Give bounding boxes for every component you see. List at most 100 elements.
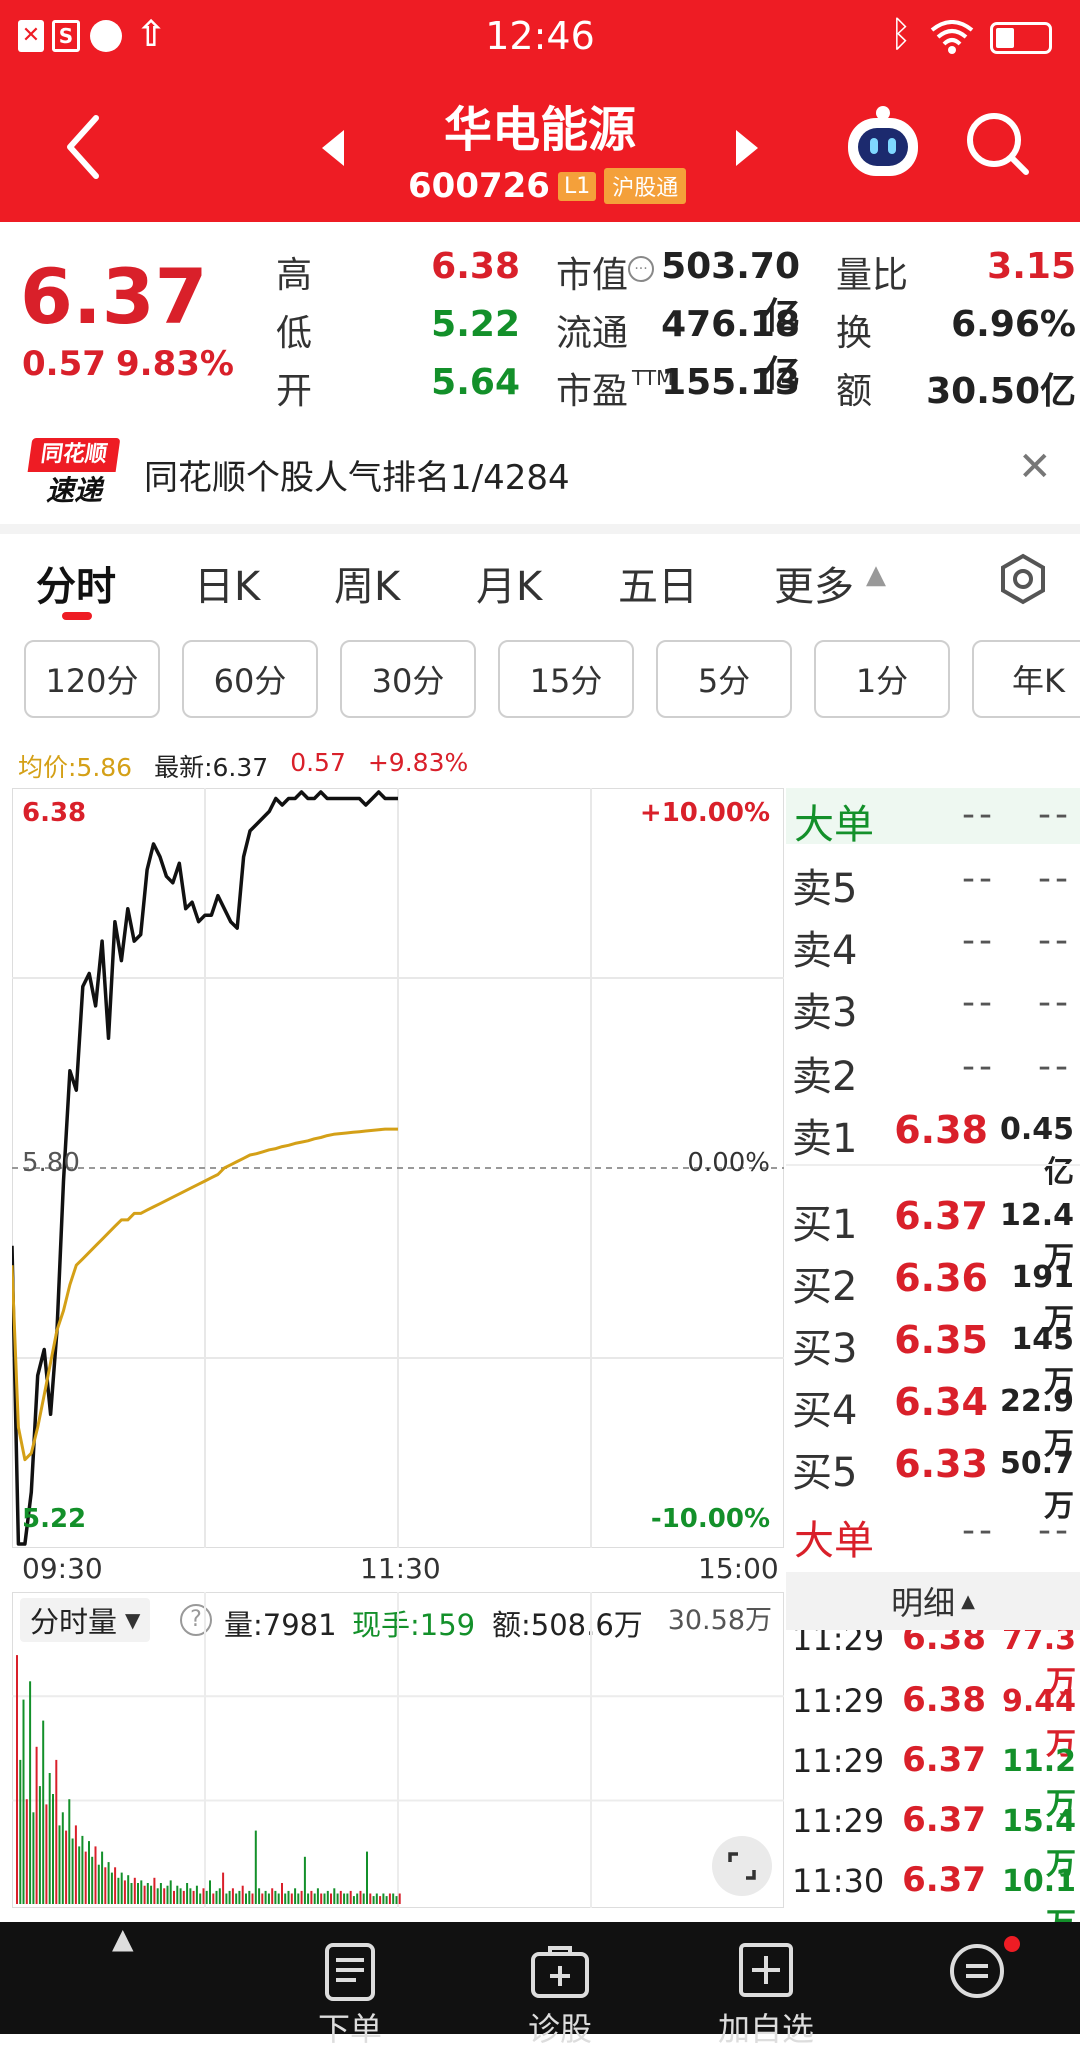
volume-bar — [140, 1880, 143, 1904]
asks-row-4[interactable]: 卖2 -- -- — [786, 1038, 1080, 1100]
volume-bar — [303, 1856, 306, 1904]
tick-price: 6.37 — [902, 1740, 986, 1780]
volume-bar — [231, 1888, 234, 1904]
nav-add-watchlist-label[interactable]: 加自选 — [676, 2004, 856, 2050]
bids-row-4[interactable]: 买4 6.34 22.9万 — [786, 1372, 1080, 1462]
y-label-right-top: +10.00% — [639, 798, 770, 828]
fullscreen-button[interactable] — [712, 1836, 772, 1896]
volume-bar — [42, 1720, 45, 1904]
asks-row-2[interactable]: 卖4 -- -- — [786, 912, 1080, 974]
period-yearly-k[interactable]: 年K — [972, 640, 1080, 718]
settings-hexagon-icon[interactable] — [996, 552, 1050, 606]
volume-bar — [205, 1890, 208, 1904]
period-30min[interactable]: 30分 — [340, 640, 476, 718]
tab-fenshi[interactable]: 分时 — [36, 554, 116, 612]
volume-bar — [356, 1893, 359, 1904]
asks-volume: 0.45亿 — [999, 1112, 1074, 1190]
tab-daily-k[interactable]: 日K — [194, 554, 260, 612]
stock-code-row: 600726 L1 沪股通 — [408, 166, 687, 206]
volume-bar — [215, 1890, 218, 1904]
tick-header[interactable]: 明细 ▲ — [786, 1572, 1080, 1630]
wifi-icon — [930, 20, 974, 54]
volume-bar — [117, 1877, 120, 1904]
order-icon[interactable] — [324, 1942, 376, 2002]
y-label-right-mid: 0.00% — [687, 1148, 770, 1178]
quote-label-0a: 高 — [276, 255, 313, 296]
tab-more[interactable]: 更多 — [774, 554, 854, 612]
tab-monthly-k[interactable]: 月K — [476, 554, 542, 612]
asks-row-1[interactable]: 卖5 -- -- — [786, 850, 1080, 912]
tick-volume: 10.1万 — [1001, 1864, 1076, 1922]
volume-bar — [114, 1867, 117, 1904]
tab-weekly-k[interactable]: 周K — [334, 554, 400, 612]
bids-row-5[interactable]: 买5 6.33 50.7万 — [786, 1434, 1080, 1524]
period-120min[interactable]: 120分 — [24, 640, 160, 718]
tick-price: 6.38 — [902, 1680, 986, 1720]
y-label-mid: 5.80 — [22, 1148, 80, 1178]
tick-time: 11:29 — [792, 1802, 885, 1840]
asks-row-5[interactable]: 卖1 6.38 0.45亿 — [786, 1100, 1080, 1190]
robot-assistant-icon[interactable] — [846, 106, 920, 180]
tick-row: 11:29 6.38 9.44万 — [786, 1672, 1080, 1762]
volume-bar — [127, 1875, 130, 1904]
nav-order-label[interactable]: 下单 — [260, 2004, 440, 2050]
volume-bar — [163, 1888, 166, 1904]
close-icon[interactable]: ✕ — [1018, 444, 1052, 490]
tick-details[interactable]: 明细 ▲ 11:29 6.38 77.3万 11:29 6.38 9.44万 11:29 6.… — [786, 1572, 1080, 1922]
price-chart[interactable]: 6.38 +10.00% 5.80 0.00% 5.22 -10.00% — [12, 788, 784, 1548]
volume-bar — [169, 1880, 172, 1904]
next-stock-icon[interactable] — [732, 126, 762, 170]
popularity-banner[interactable]: 同花顺 速递 同花顺个股人气排名1/4284 ✕ — [0, 420, 1080, 524]
volume-bar — [218, 1888, 221, 1904]
big-order-bottom-row: 大单 -- -- — [786, 1504, 1080, 1564]
tab-five-day[interactable]: 五日 — [618, 554, 698, 612]
search-icon[interactable] — [964, 110, 1030, 176]
quote-value-1a: 5.22 — [431, 304, 520, 345]
volume-bar — [388, 1893, 391, 1904]
x-tick-1130: 11:30 — [360, 1552, 441, 1585]
bids-row-3[interactable]: 买3 6.35 145万 — [786, 1310, 1080, 1400]
price-change: 0.57 — [22, 344, 106, 384]
volume-bar — [65, 1830, 68, 1904]
bids-row-2[interactable]: 买2 6.36 191万 — [786, 1248, 1080, 1338]
nav-up-arrow-icon[interactable]: ▲ — [112, 1922, 134, 1955]
nav-diagnose-label[interactable]: 诊股 — [470, 2004, 650, 2050]
volume-bar — [19, 1759, 22, 1904]
period-1min[interactable]: 1分 — [814, 640, 950, 718]
volume-bar — [68, 1799, 71, 1904]
volume-bar — [294, 1888, 297, 1904]
volume-bar — [310, 1890, 313, 1904]
add-watchlist-icon[interactable] — [738, 1942, 794, 1998]
volume-bar — [330, 1893, 332, 1904]
volume-bar — [382, 1893, 385, 1904]
asks-volume: -- — [1038, 920, 1072, 961]
bids-label: 买3 — [792, 1326, 858, 1372]
bottom-nav: ▲ 下单 诊股 加自选 — [0, 1922, 1080, 2048]
volume-bar — [274, 1890, 277, 1904]
menu-icon[interactable] — [948, 1942, 1006, 2000]
clock: 12:46 — [485, 14, 595, 58]
volume-bar — [369, 1893, 372, 1904]
volume-bar — [179, 1888, 182, 1904]
back-icon[interactable] — [62, 112, 102, 182]
logo-top-text: 同花顺 — [27, 438, 121, 472]
asks-row-3[interactable]: 卖3 -- -- — [786, 974, 1080, 1036]
period-15min[interactable]: 15分 — [498, 640, 634, 718]
volume-bar — [71, 1838, 74, 1904]
volume-bar — [245, 1893, 247, 1904]
quote-label-1a: 低 — [276, 313, 313, 354]
bids-price: 6.35 — [894, 1318, 988, 1362]
volume-bar — [258, 1888, 261, 1904]
volume-bar — [110, 1872, 113, 1904]
volume-bar — [104, 1867, 107, 1904]
bids-row-1[interactable]: 买1 6.37 12.4万 — [786, 1186, 1080, 1276]
diagnose-icon[interactable] — [530, 1944, 590, 2000]
current-price: 6.37 — [20, 252, 208, 341]
volume-chart[interactable] — [12, 1592, 784, 1908]
stock-code: 600726 — [408, 166, 550, 206]
bids-label: 买1 — [792, 1202, 858, 1248]
period-5min[interactable]: 5分 — [656, 640, 792, 718]
volume-bar — [372, 1896, 375, 1904]
period-60min[interactable]: 60分 — [182, 640, 318, 718]
y-label-top: 6.38 — [22, 798, 87, 828]
